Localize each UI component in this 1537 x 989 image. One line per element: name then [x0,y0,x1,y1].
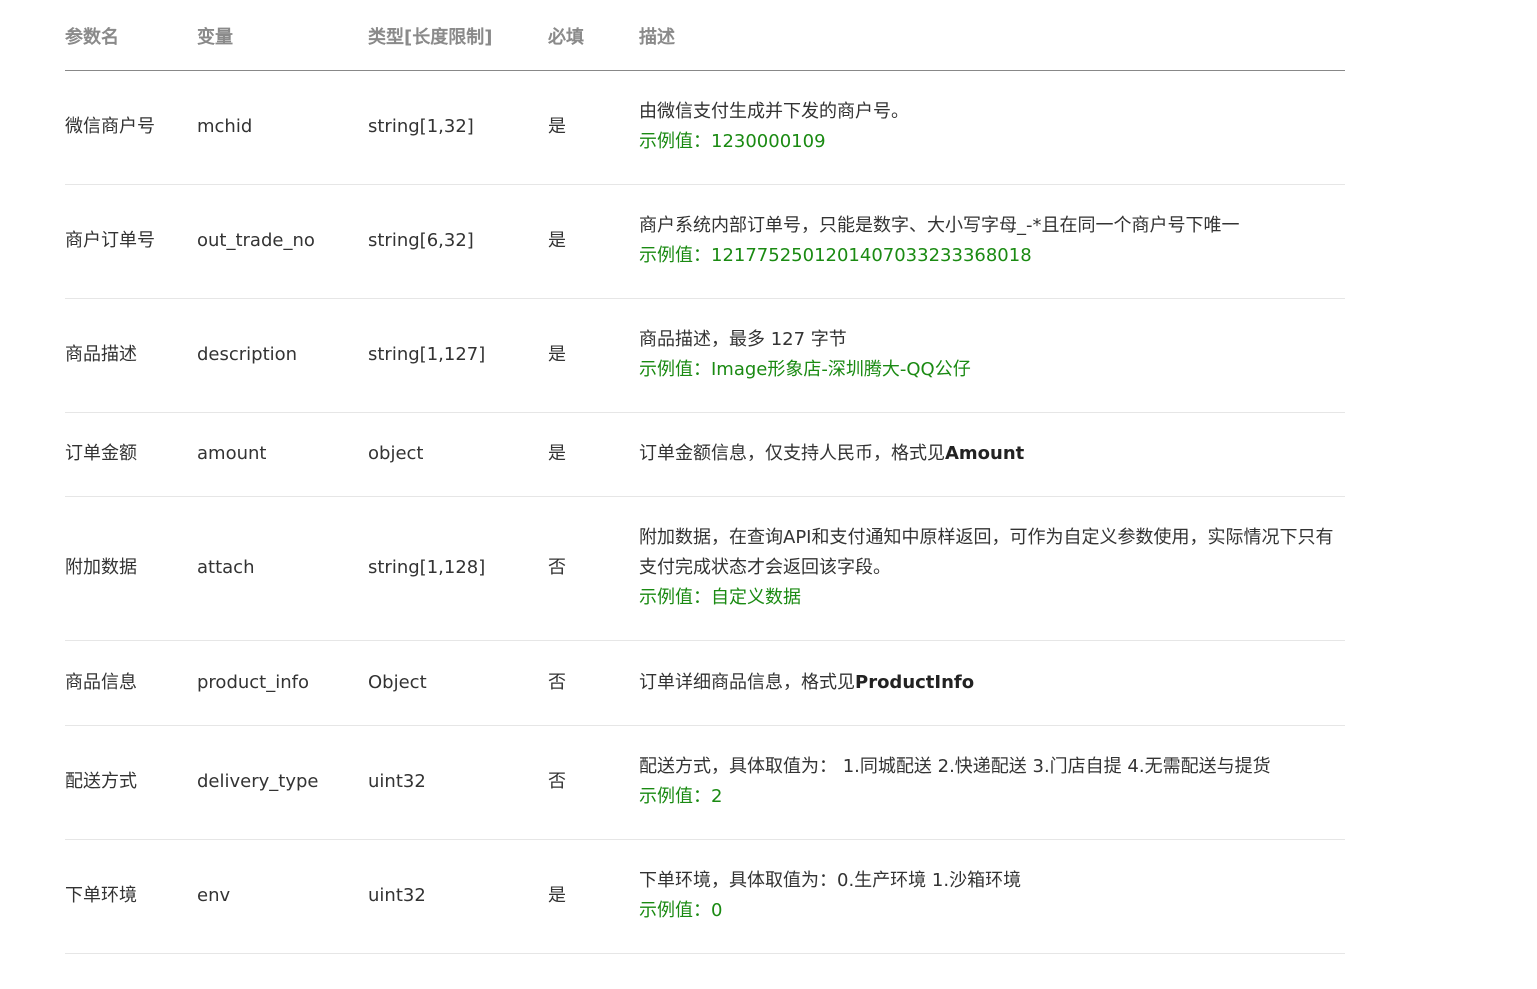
param-name: 订单金额 [65,412,197,497]
required-flag: 否 [548,725,639,840]
header-param: 参数名 [65,0,197,71]
variable-name: mchid [197,70,368,185]
param-name: 商品描述 [65,298,197,413]
description-cell: 商品描述，最多 127 字节 示例值：Image形象店-深圳腾大-QQ公仔 [639,298,1345,413]
required-flag: 是 [548,298,639,413]
param-name: 配送方式 [65,725,197,840]
header-required: 必填 [548,0,639,71]
type-limit: uint32 [368,725,548,840]
type-limit: string[1,128] [368,496,548,641]
table-body: 微信商户号 mchid string[1,32] 是 由微信支付生成并下发的商户… [65,70,1345,954]
description-text: 订单详细商品信息，格式见 [639,671,855,693]
required-flag: 否 [548,640,639,726]
description-cell: 订单金额信息，仅支持人民币，格式见Amount [639,412,1345,497]
description-text: 配送方式，具体取值为： 1.同城配送 2.快递配送 3.门店自提 4.无需配送与… [639,756,1271,777]
type-limit: uint32 [368,839,548,954]
variable-name: delivery_type [197,725,368,840]
type-limit: string[1,127] [368,298,548,413]
description-cell: 附加数据，在查询API和支付通知中原样返回，可作为自定义参数使用，实际情况下只有… [639,496,1345,641]
description-text: 由微信支付生成并下发的商户号。 [639,101,909,122]
variable-name: env [197,839,368,954]
required-flag: 是 [548,412,639,497]
params-table: 参数名 变量 类型[长度限制] 必填 描述 微信商户号 mchid string… [65,0,1345,954]
description-text: 商户系统内部订单号，只能是数字、大小写字母_-*且在同一个商户号下唯一 [639,215,1240,236]
param-name: 商品信息 [65,640,197,726]
table-row: 附加数据 attach string[1,128] 否 附加数据，在查询API和… [65,496,1345,641]
type-limit: object [368,412,548,497]
variable-name: out_trade_no [197,184,368,299]
header-desc: 描述 [639,0,1345,71]
example-value: 示例值：自定义数据 [639,587,801,608]
description-cell: 商户系统内部订单号，只能是数字、大小写字母_-*且在同一个商户号下唯一 示例值：… [639,184,1345,299]
param-name: 微信商户号 [65,70,197,185]
table-row: 商户订单号 out_trade_no string[6,32] 是 商户系统内部… [65,184,1345,299]
table-row: 商品描述 description string[1,127] 是 商品描述，最多… [65,298,1345,413]
param-name: 附加数据 [65,496,197,641]
example-value: 示例值：Image形象店-深圳腾大-QQ公仔 [639,359,971,380]
type-limit: Object [368,640,548,726]
example-value: 示例值：0 [639,900,723,921]
table-row: 下单环境 env uint32 是 下单环境，具体取值为：0.生产环境 1.沙箱… [65,839,1345,954]
variable-name: product_info [197,640,368,726]
table-row: 商品信息 product_info Object 否 订单详细商品信息，格式见P… [65,640,1345,726]
table-row: 配送方式 delivery_type uint32 否 配送方式，具体取值为： … [65,725,1345,840]
header-row: 参数名 变量 类型[长度限制] 必填 描述 [65,0,1345,71]
type-limit: string[1,32] [368,70,548,185]
required-flag: 否 [548,496,639,641]
table-row: 订单金额 amount object 是 订单金额信息，仅支持人民币，格式见Am… [65,412,1345,497]
table-row: 微信商户号 mchid string[1,32] 是 由微信支付生成并下发的商户… [65,70,1345,185]
description-cell: 配送方式，具体取值为： 1.同城配送 2.快递配送 3.门店自提 4.无需配送与… [639,725,1345,840]
description-cell: 由微信支付生成并下发的商户号。 示例值：1230000109 [639,70,1345,185]
required-flag: 是 [548,839,639,954]
example-value: 示例值：1230000109 [639,131,826,152]
description-cell: 下单环境，具体取值为：0.生产环境 1.沙箱环境 示例值：0 [639,839,1345,954]
variable-name: amount [197,412,368,497]
description-text: 订单金额信息，仅支持人民币，格式见 [639,443,945,464]
amount-link[interactable]: Amount [945,443,1024,464]
variable-name: attach [197,496,368,641]
header-variable: 变量 [197,0,368,71]
required-flag: 是 [548,70,639,185]
param-name: 下单环境 [65,839,197,954]
example-value: 示例值：2 [639,786,723,807]
required-flag: 是 [548,184,639,299]
example-value: 示例值：1217752501201407033233368018 [639,245,1032,266]
header-type: 类型[长度限制] [368,0,548,71]
description-text: 下单环境，具体取值为：0.生产环境 1.沙箱环境 [639,870,1022,891]
type-limit: string[6,32] [368,184,548,299]
description-text: 附加数据，在查询API和支付通知中原样返回，可作为自定义参数使用，实际情况下只有… [639,527,1334,578]
description-text: 商品描述，最多 127 字节 [639,329,847,350]
productinfo-link[interactable]: ProductInfo [855,672,974,693]
description-cell: 订单详细商品信息，格式见ProductInfo [639,640,1345,726]
param-name: 商户订单号 [65,184,197,299]
table-header: 参数名 变量 类型[长度限制] 必填 描述 [65,0,1345,71]
variable-name: description [197,298,368,413]
params-table-container: 参数名 变量 类型[长度限制] 必填 描述 微信商户号 mchid string… [65,0,1345,954]
